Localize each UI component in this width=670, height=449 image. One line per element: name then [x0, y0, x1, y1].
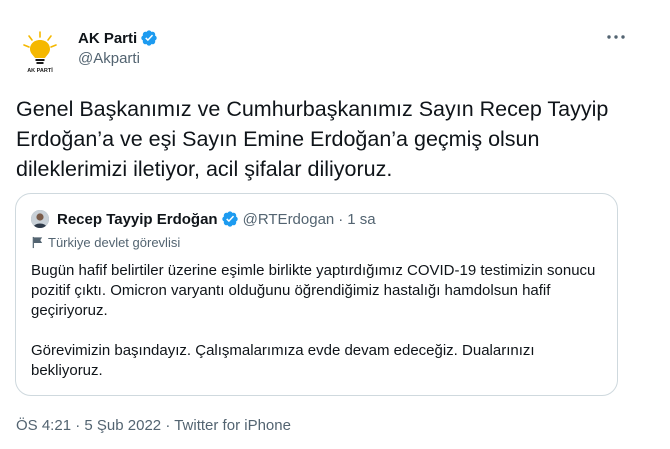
quoted-author-handle[interactable]: @RTErdogan: [243, 211, 335, 228]
ak-parti-logo-icon: AK PARTİ: [23, 31, 57, 74]
tweet-metadata: ÖS 4:21 · 5 Şub 2022 · Twitter for iPhon…: [16, 417, 291, 434]
tweet-time[interactable]: ÖS 4:21: [16, 417, 71, 434]
tweet-source[interactable]: Twitter for iPhone: [174, 417, 291, 434]
quoted-tweet-text: Bugün hafif belirtiler üzerine eşimle bi…: [31, 262, 596, 379]
tweet-text: Genel Başkanımız ve Cumhurbaşkanımız Say…: [16, 97, 609, 181]
quoted-tweet-time[interactable]: 1 sa: [347, 211, 375, 228]
separator-dot: ·: [75, 417, 81, 434]
author-block: AK Parti @Akparti: [78, 28, 158, 67]
author-avatar[interactable]: AK PARTİ: [16, 28, 64, 76]
author-name[interactable]: AK Parti: [78, 30, 137, 47]
tweet: AK PARTİ AK Parti @Akparti Genel Başkanı…: [0, 0, 670, 449]
more-options-icon[interactable]: [604, 28, 628, 46]
author-name-row: AK Parti: [78, 28, 158, 48]
quoted-tweet-header: Recep Tayyip Erdoğan @RTErdogan · 1 sa: [31, 209, 376, 229]
flag-icon: [31, 236, 44, 249]
separator-dot: ·: [165, 417, 171, 434]
government-label-text: Türkiye devlet görevlisi: [48, 235, 181, 250]
verified-badge-icon: [140, 29, 158, 47]
government-label[interactable]: Türkiye devlet görevlisi: [31, 235, 180, 250]
verified-badge-icon: [221, 210, 239, 228]
author-handle[interactable]: @Akparti: [78, 50, 158, 67]
quoted-author-name[interactable]: Recep Tayyip Erdoğan: [57, 211, 218, 228]
separator-dot: ·: [338, 210, 344, 228]
quoted-author-avatar[interactable]: [31, 210, 49, 228]
avatar-caption: AK PARTİ: [27, 67, 53, 74]
quoted-tweet[interactable]: Recep Tayyip Erdoğan @RTErdogan · 1 sa T…: [15, 193, 618, 396]
tweet-date[interactable]: 5 Şub 2022: [84, 417, 161, 434]
